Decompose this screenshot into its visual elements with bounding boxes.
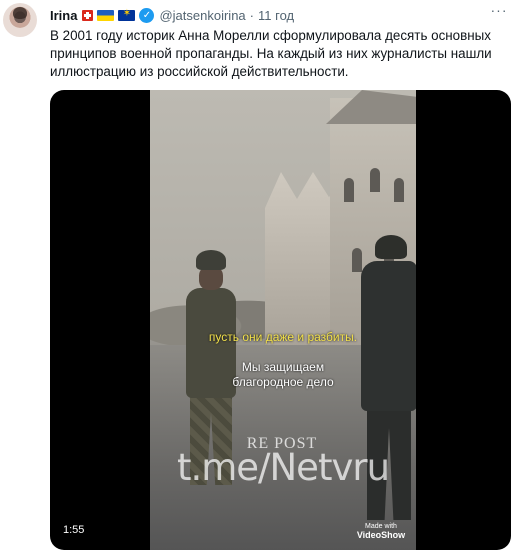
channel-watermark: t.me/Netvru <box>176 446 390 489</box>
tweet: Irina ✓ @jatsenkoirina · 11 год ··· В 20… <box>0 0 518 556</box>
videoshow-label: VideoShow <box>356 530 406 540</box>
ukraine-flag-icon <box>97 9 115 21</box>
video-frame: пусть они даже и разбиты. Мы защищаем бл… <box>150 90 416 550</box>
author-handle[interactable]: @jatsenkoirina <box>159 8 245 23</box>
separator-dot: · <box>249 7 254 23</box>
video-duration: 1:55 <box>63 524 85 536</box>
author-name[interactable]: Irina <box>50 8 77 23</box>
eu-flag-icon <box>118 8 136 21</box>
tweet-text: В 2001 году историк Анна Морелли сформул… <box>50 28 492 79</box>
video-caption-yellow: пусть они даже и разбиты. <box>208 330 358 344</box>
video-caption-white: Мы защищаем благородное дело <box>232 360 334 389</box>
swiss-flag-icon <box>82 9 94 21</box>
videoshow-watermark: Made with VideoShow <box>350 522 412 540</box>
tweet-header: Irina ✓ @jatsenkoirina · 11 год <box>50 6 294 24</box>
video-player[interactable]: пусть они даже и разбиты. Мы защищаем бл… <box>50 90 511 550</box>
avatar[interactable] <box>3 3 37 37</box>
more-options-icon[interactable]: ··· <box>488 2 510 20</box>
tweet-time[interactable]: 11 год <box>258 8 294 23</box>
verified-badge-icon: ✓ <box>139 7 155 23</box>
